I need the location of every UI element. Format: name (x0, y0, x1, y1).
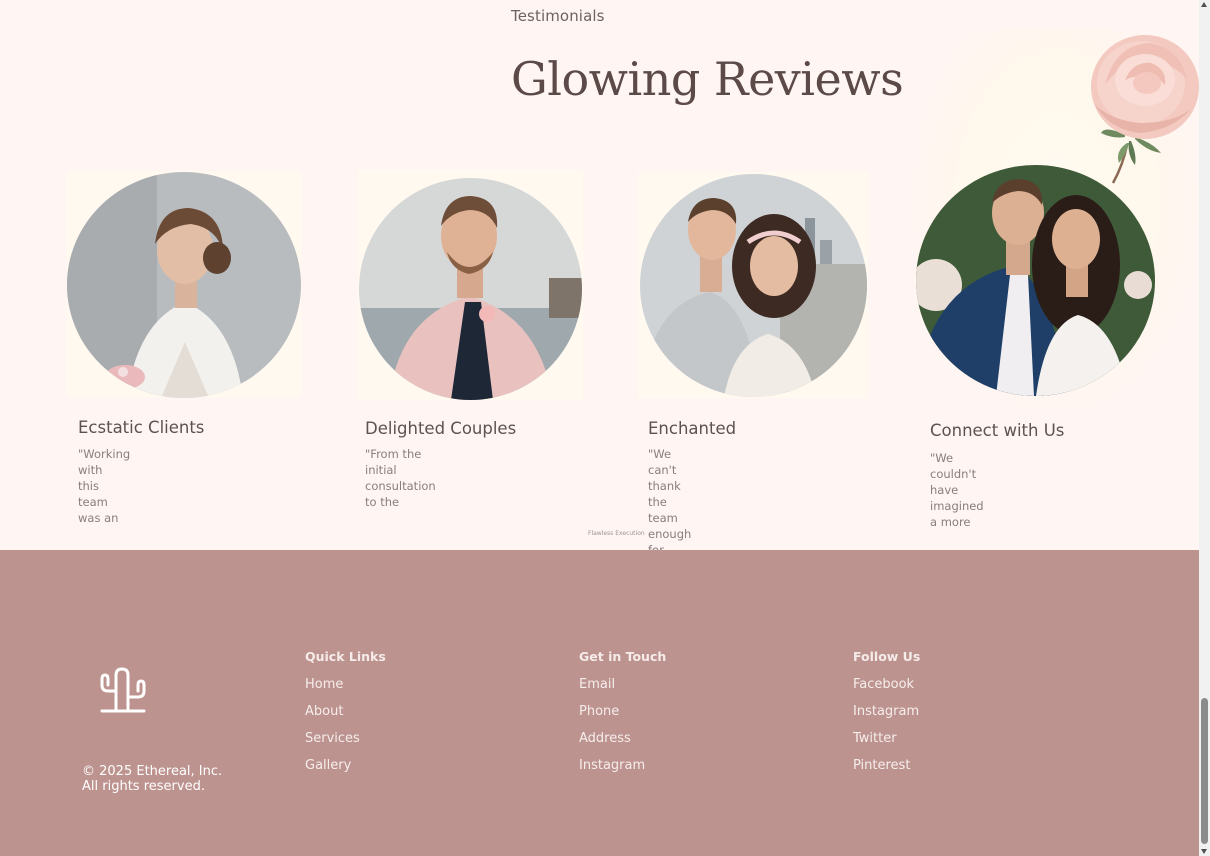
card-quote: "We can't thank the team enough for (648, 447, 692, 557)
footer-column-get-in-touch: Get in Touch Email Phone Address Instagr… (579, 649, 666, 784)
flawless-caption: Flawless Execution (588, 530, 645, 537)
copyright-text: © 2025 Ethereal, Inc. All rights reserve… (82, 764, 223, 794)
page: Testimonials Glowing Reviews Ecstatic Cl… (0, 0, 1199, 856)
card-quote: "We couldn't have imagined a more (930, 451, 984, 529)
footer-link-address[interactable]: Address (579, 730, 666, 757)
site-footer: © 2025 Ethereal, Inc. All rights reserve… (0, 550, 1199, 856)
card-title: Connect with Us (930, 421, 1065, 440)
section-title: Glowing Reviews (511, 52, 904, 106)
footer-link-gallery[interactable]: Gallery (305, 757, 386, 784)
scroll-up-arrow-icon[interactable] (1201, 2, 1207, 7)
groom-portrait-photo (359, 178, 582, 400)
footer-link-phone[interactable]: Phone (579, 703, 666, 730)
card-title: Enchanted (648, 419, 737, 438)
vertical-scrollbar[interactable] (1199, 0, 1210, 856)
section-label: Testimonials (511, 7, 605, 25)
couple-garden-portrait-photo (916, 165, 1155, 396)
footer-link-about[interactable]: About (305, 703, 386, 730)
footer-link-email[interactable]: Email (579, 676, 666, 703)
footer-link-instagram-social[interactable]: Instagram (853, 703, 920, 730)
footer-heading: Follow Us (853, 649, 921, 664)
rose-image (1091, 35, 1199, 184)
card-title: Ecstatic Clients (78, 418, 205, 437)
card-quote: "From the initial consultation to the (365, 447, 436, 509)
scroll-down-arrow-icon[interactable] (1201, 849, 1207, 854)
scrollbar-thumb[interactable] (1201, 698, 1208, 844)
bride-portrait-photo (67, 172, 301, 398)
footer-heading: Get in Touch (579, 649, 667, 664)
footer-heading: Quick Links (305, 649, 386, 664)
footer-link-pinterest[interactable]: Pinterest (853, 757, 920, 784)
footer-link-home[interactable]: Home (305, 676, 386, 703)
footer-link-twitter[interactable]: Twitter (853, 730, 920, 757)
footer-link-services[interactable]: Services (305, 730, 386, 757)
footer-link-instagram[interactable]: Instagram (579, 757, 666, 784)
card-quote: "Working with this team was an (78, 447, 131, 525)
footer-column-quick-links: Quick Links Home About Services Gallery (305, 649, 386, 784)
footer-column-follow-us: Follow Us Facebook Instagram Twitter Pin… (853, 649, 920, 784)
couple-city-portrait-photo (640, 174, 867, 397)
card-title: Delighted Couples (365, 419, 517, 438)
cactus-icon[interactable] (96, 665, 150, 715)
footer-link-facebook[interactable]: Facebook (853, 676, 920, 703)
